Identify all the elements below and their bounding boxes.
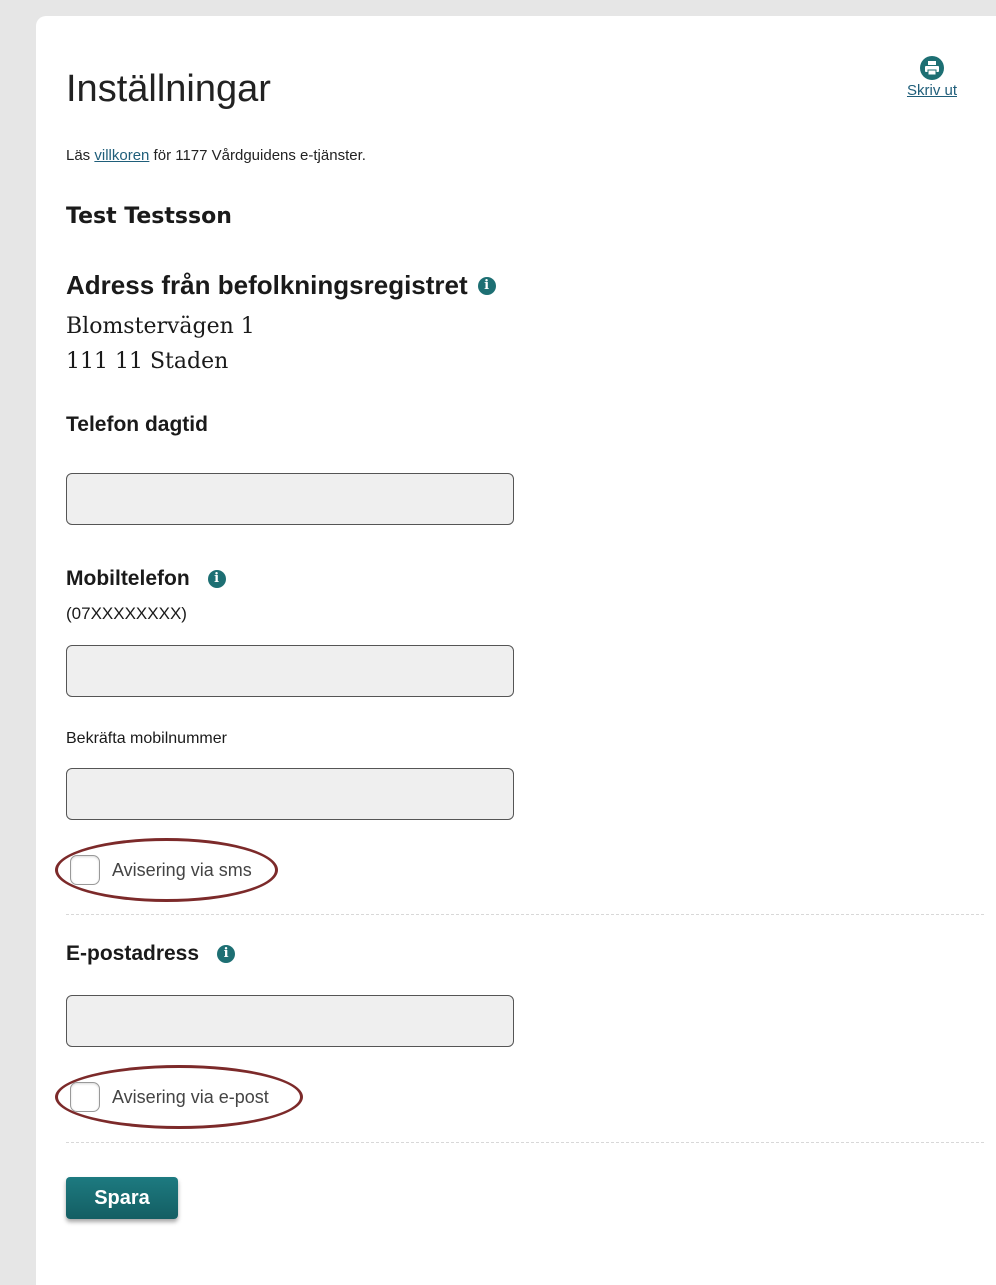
email-notification-option[interactable]: Avisering via e-post — [70, 1082, 269, 1112]
print-link[interactable]: Skriv ut — [907, 82, 957, 99]
mobile-label-text: Mobiltelefon — [66, 567, 190, 590]
terms-text: Läs villkoren för 1177 Vårdguidens e-tjä… — [66, 147, 366, 164]
mobile-input[interactable] — [66, 645, 514, 697]
phone-day-label: Telefon dagtid — [66, 413, 208, 437]
email-checkbox-label: Avisering via e-post — [112, 1086, 269, 1107]
page-title: Inställningar — [66, 68, 271, 110]
info-icon[interactable]: i — [217, 945, 236, 963]
phone-day-label-text: Telefon dagtid — [66, 413, 208, 436]
sms-checkbox-label: Avisering via sms — [112, 859, 252, 880]
email-label-text: E-postadress — [66, 942, 200, 965]
terms-suffix: för 1177 Vårdguidens e-tjänster. — [149, 147, 366, 164]
info-icon[interactable]: i — [477, 276, 496, 295]
sms-checkbox[interactable] — [70, 855, 100, 885]
printer-icon[interactable] — [920, 56, 944, 80]
address-heading: Adress från befolkningsregistret i — [66, 270, 496, 301]
address-line-1: Blomstervägen 1 — [66, 314, 255, 339]
section-divider — [66, 1142, 984, 1143]
email-checkbox[interactable] — [70, 1082, 100, 1112]
terms-prefix: Läs — [66, 147, 95, 164]
info-icon[interactable]: i — [207, 570, 226, 588]
user-name: Test Testsson — [66, 204, 232, 229]
phone-day-input[interactable] — [66, 473, 514, 525]
mobile-label: Mobiltelefon i — [66, 567, 226, 591]
email-input[interactable] — [66, 995, 514, 1047]
address-heading-text: Adress från befolkningsregistret — [66, 270, 468, 300]
mobile-format-hint: (07XXXXXXXX) — [66, 604, 187, 623]
terms-link[interactable]: villkoren — [94, 147, 149, 164]
print-action[interactable]: Skriv ut — [900, 56, 964, 100]
address-line-2: 111 11 Staden — [66, 349, 229, 374]
email-label: E-postadress i — [66, 942, 236, 966]
sms-notification-option[interactable]: Avisering via sms — [70, 855, 252, 885]
section-divider — [66, 914, 984, 915]
confirm-mobile-input[interactable] — [66, 768, 514, 820]
save-button[interactable]: Spara — [66, 1177, 178, 1219]
confirm-mobile-label: Bekräfta mobilnummer — [66, 730, 227, 747]
